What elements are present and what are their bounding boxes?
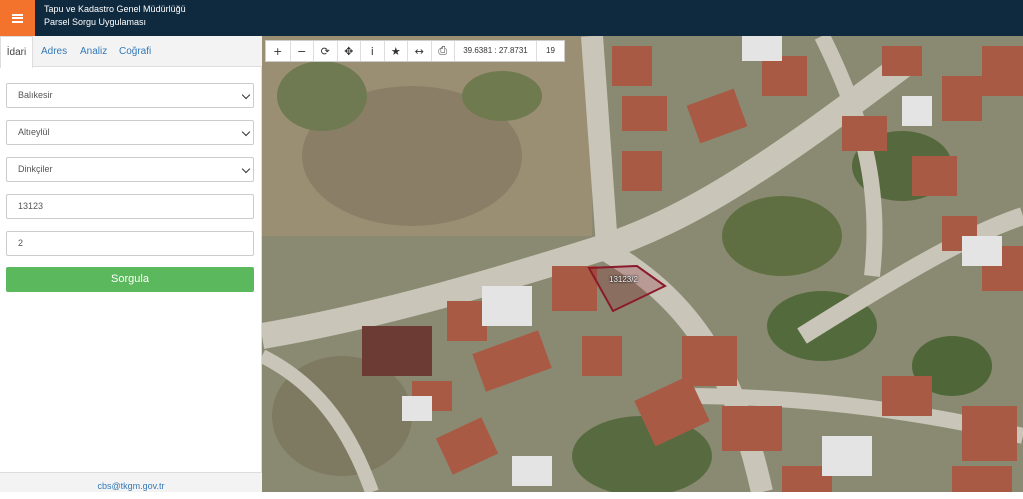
tab-cografi[interactable]: Coğrafi xyxy=(119,36,151,67)
district-select[interactable]: Altıeylül xyxy=(6,120,254,145)
print-icon[interactable]: ⎙ xyxy=(430,41,455,61)
coordinate-readout: 39.6381 : 27.8731 xyxy=(454,41,536,61)
map-toolbar: + − ⟳ ✥ i ★ ↔ ⎙ 39.6381 : 27.8731 19 xyxy=(265,40,565,62)
zoom-in-icon[interactable]: + xyxy=(266,41,290,61)
chevron-down-icon xyxy=(241,127,251,137)
province-select[interactable]: Balıkesir xyxy=(6,83,254,108)
block-input[interactable]: 13123 xyxy=(6,194,254,219)
app-subtitle: Parsel Sorgu Uygulaması xyxy=(44,17,147,27)
chevron-down-icon xyxy=(241,90,251,100)
sidebar: İdari Adres Analiz Coğrafi Balıkesir Alt… xyxy=(0,36,262,492)
contact-email-link[interactable]: cbs@tkgm.gov.tr xyxy=(98,481,165,491)
menu-button[interactable] xyxy=(0,0,35,36)
hamburger-icon xyxy=(12,13,23,23)
district-value: Altıeylül xyxy=(18,127,50,137)
refresh-icon[interactable]: ⟳ xyxy=(313,41,337,61)
app-title: Tapu ve Kadastro Genel Müdürlüğü xyxy=(44,4,186,14)
measure-icon[interactable]: ↔ xyxy=(407,41,431,61)
footer: cbs@tkgm.gov.tr xyxy=(0,472,262,492)
province-value: Balıkesir xyxy=(18,90,53,100)
top-bar: Tapu ve Kadastro Genel Müdürlüğü Parsel … xyxy=(0,0,1023,36)
info-icon[interactable]: i xyxy=(360,41,384,61)
tab-bar: İdari Adres Analiz Coğrafi xyxy=(0,36,262,68)
tab-adres[interactable]: Adres xyxy=(41,36,67,67)
pan-icon[interactable]: ✥ xyxy=(336,41,361,61)
parcel-input[interactable]: 2 xyxy=(6,231,254,256)
map-view[interactable] xyxy=(262,36,1023,492)
parcel-label: 13123/2 xyxy=(609,275,638,284)
satellite-map xyxy=(262,36,1023,492)
zoom-level: 19 xyxy=(536,41,564,61)
neighborhood-select[interactable]: Dinkçiler xyxy=(6,157,254,182)
tab-analiz[interactable]: Analiz xyxy=(80,36,107,67)
query-button[interactable]: Sorgula xyxy=(6,267,254,292)
chevron-down-icon xyxy=(241,164,251,174)
neighborhood-value: Dinkçiler xyxy=(18,164,53,174)
tab-idari[interactable]: İdari xyxy=(0,36,33,68)
zoom-out-icon[interactable]: − xyxy=(289,41,314,61)
favorite-icon[interactable]: ★ xyxy=(383,41,408,61)
